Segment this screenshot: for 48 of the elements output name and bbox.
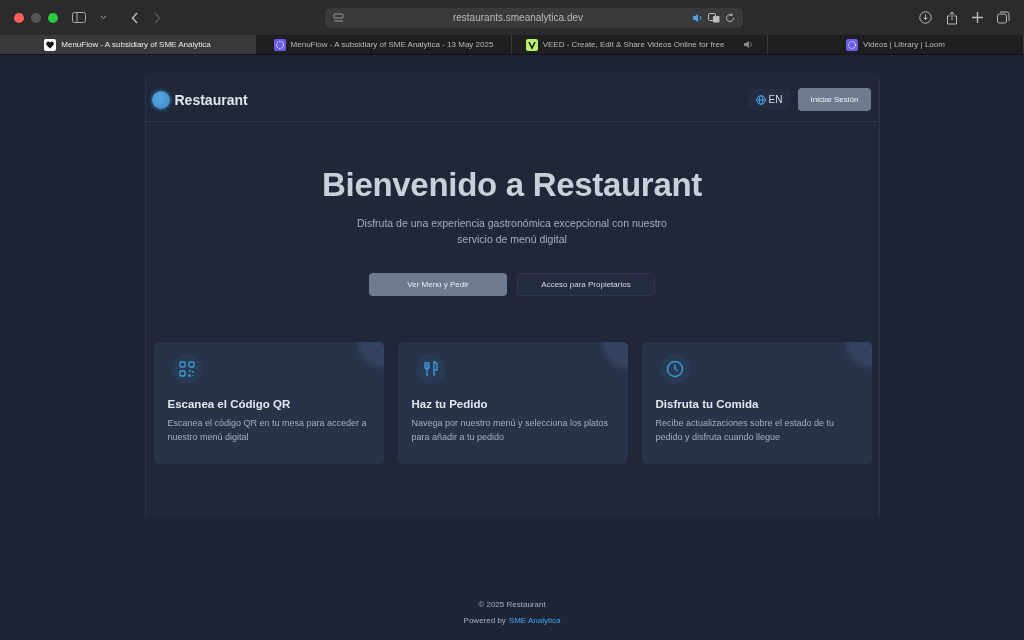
globe-icon [755,94,766,105]
login-button[interactable]: Iniciar Sesión [798,88,871,111]
qr-code-icon [178,361,195,377]
page-settings-icon[interactable] [333,12,344,23]
browser-tab[interactable]: Videos | Library | Loom [768,35,1024,54]
logo-circle-icon [151,90,170,109]
download-icon[interactable] [919,11,932,24]
reload-icon[interactable] [725,12,735,23]
zoom-window-icon[interactable] [48,12,58,23]
sidebar-icon[interactable] [72,12,86,23]
close-window-icon[interactable] [14,12,24,23]
browser-tab[interactable]: VEED - Create, Edit & Share Videos Online for free [512,35,768,54]
tab-title: VEED - Create, Edit & Share Videos Online for free [542,40,725,49]
flower-icon [846,38,859,51]
powered-by-text: Powered by [463,616,506,625]
flower-icon [273,38,286,51]
tab-title: MenuFlow - A subsidiary of SME Analytica [61,40,211,49]
address-bar[interactable]: restaurants.smeanalytica.dev [325,7,743,28]
feature-description: Recibe actualizaciones sobre el estado de tu pedido y disfruta cuando llegue [655,417,836,444]
chevron-down-icon[interactable] [100,15,107,20]
new-tab-icon[interactable] [972,12,983,23]
speaker-icon[interactable] [692,12,703,23]
speaker-icon[interactable] [743,40,754,49]
tab-title: Videos | Library | Loom [863,40,945,49]
url-text: restaurants.smeanalytica.dev [451,12,585,23]
back-icon[interactable] [131,11,139,24]
sme-analytica-link[interactable]: SME Analytica [508,616,561,625]
browser-tab[interactable]: MenuFlow - A subsidiary of SME Analytica - 13 May 2025 [256,35,512,54]
copyright-text: © 2025 Restaurant [478,600,546,609]
tab-title: MenuFlow - A subsidiary of SME Analytica - 13 May 2025 [290,40,494,49]
hero-subtitle: Disfruta de una experiencia gastronómica excepcional con nuestro servicio de menú digital [356,216,668,247]
language-button[interactable]: EN [747,89,791,110]
feature-title: Escanea el Código QR [167,398,292,410]
feature-title: Disfruta tu Comida [655,398,760,410]
brand-name[interactable]: Restaurant [174,91,248,108]
clock-icon [665,360,684,378]
browser-tab[interactable]: MenuFlow - A subsidiary of SME Analytica [0,35,256,54]
heart-icon [44,38,57,51]
tab-overview-icon[interactable] [997,11,1010,24]
feature-description: Escanea el código QR en tu mesa para acceder a nuestro menú digital [167,417,368,444]
menu-order-button[interactable]: Ver Menú y Pedir [369,273,507,296]
feature-description: Navega por nuestro menú y selecciona los platos para añadir a tu pedido [411,417,610,444]
fork-knife-icon [422,361,439,377]
feature-title: Haz tu Pedido [411,398,489,410]
translate-icon[interactable] [708,12,720,23]
share-icon[interactable] [946,10,958,25]
owner-access-button[interactable]: Acceso para Propietarios [517,273,655,296]
hero-title: Bienvenido a Restaurant [322,166,702,204]
